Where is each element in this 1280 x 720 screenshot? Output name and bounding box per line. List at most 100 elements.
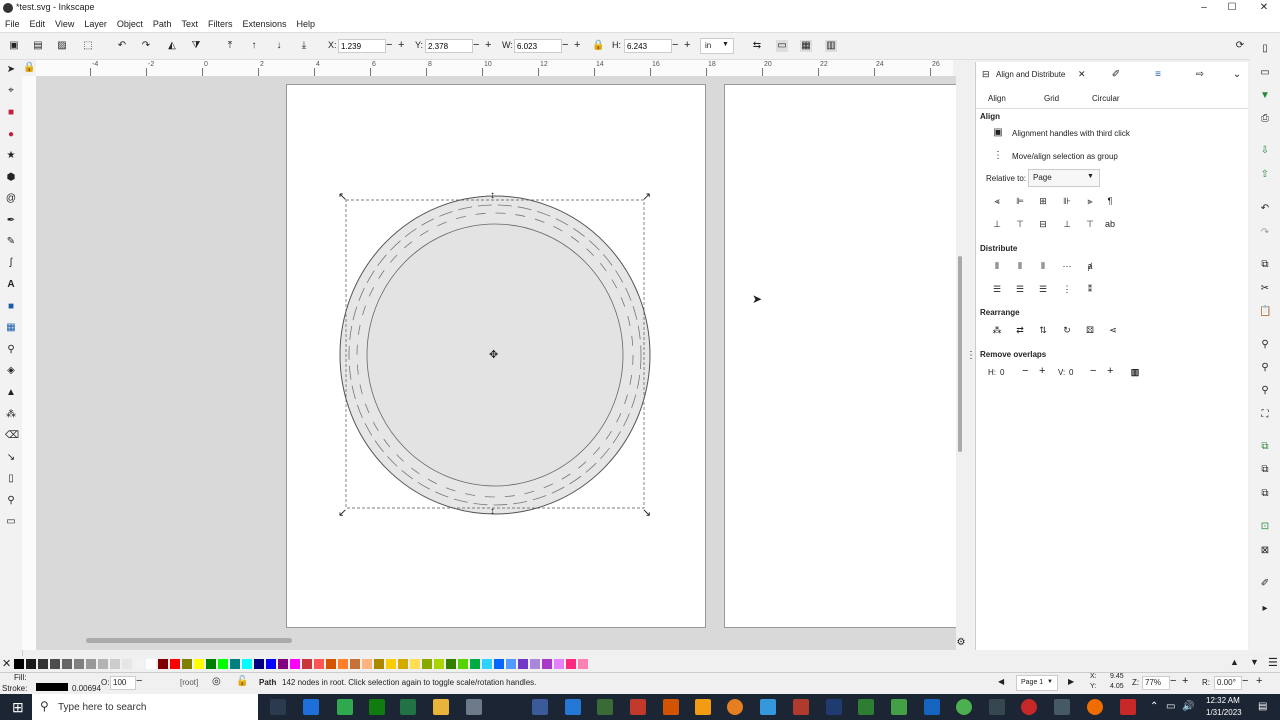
spiral-tool-icon[interactable]: @ — [5, 193, 17, 205]
menu-extensions[interactable]: Extensions — [237, 16, 291, 32]
color-swatch[interactable] — [230, 659, 240, 669]
palette-scroll-down-icon[interactable]: ▼ — [1250, 657, 1259, 667]
distribute-centers-v-icon[interactable]: ☰ — [1015, 284, 1025, 294]
mesh-tool-icon[interactable]: ▦ — [5, 322, 17, 334]
h-input[interactable] — [624, 39, 672, 53]
select-same-icon[interactable]: ▨ — [56, 40, 68, 52]
camtasia-app-icon[interactable] — [337, 699, 353, 715]
measure-tool-icon[interactable]: ▭ — [5, 516, 17, 528]
page-2[interactable] — [724, 84, 956, 628]
zoom-width-icon[interactable]: ⛶ — [1259, 409, 1271, 421]
prev-page-icon[interactable]: ◀ — [998, 677, 1004, 686]
group-icon[interactable]: ⊡ — [1259, 521, 1271, 533]
lower-icon[interactable]: ↓ — [273, 40, 285, 52]
scale-handle-bottom[interactable]: ↕ — [490, 506, 495, 517]
dropper-tool-icon[interactable]: ⚲ — [5, 344, 17, 356]
taskbar-search-box[interactable]: ⚲ Type here to search — [32, 694, 258, 720]
rotate-input[interactable]: 0.00° — [1214, 676, 1242, 690]
color-swatch[interactable] — [374, 659, 384, 669]
raise-to-top-icon[interactable]: ⤒ — [224, 40, 236, 52]
rotate-handle-bottom-right[interactable]: ↘ — [642, 506, 651, 519]
color-swatch[interactable] — [242, 659, 252, 669]
dreamweaver-app-icon[interactable] — [597, 699, 613, 715]
color-swatch[interactable] — [326, 659, 336, 669]
palette-menu-icon[interactable]: ☰ — [1268, 656, 1278, 669]
center-horizontal-axis-icon[interactable]: ⊟ — [1038, 219, 1048, 229]
capture-app-icon[interactable] — [1120, 699, 1136, 715]
rotate-cw-icon[interactable]: ↷ — [140, 40, 152, 52]
overlap-h-increment-button[interactable]: + — [1039, 365, 1045, 377]
layer-visibility-icon[interactable]: ◎ — [212, 676, 221, 687]
fill-stroke-tab-icon[interactable]: ✐ — [1110, 69, 1122, 81]
windows-start-icon[interactable]: ⊞ — [12, 699, 24, 716]
align-bottom-edges-icon[interactable]: ⊥ — [1062, 219, 1072, 229]
tray-expand-icon[interactable]: ⌃ — [1150, 701, 1158, 712]
menu-file[interactable]: File — [0, 16, 25, 32]
distribute-centers-h-icon[interactable]: ⦀ — [1015, 261, 1025, 271]
distribute-gaps-v-icon[interactable]: ⋮ — [1062, 284, 1072, 294]
zoom-input[interactable]: 77% — [1142, 676, 1170, 690]
color-swatch[interactable] — [266, 659, 276, 669]
transform-gradients-icon[interactable]: ▦ — [800, 40, 812, 52]
x-decrement-button[interactable]: − — [386, 39, 392, 52]
subtab-circular[interactable]: Circular — [1092, 94, 1120, 103]
store-app-icon[interactable] — [565, 699, 581, 715]
overlap-v-input[interactable]: 0 — [1069, 368, 1073, 377]
layers-tab-icon[interactable]: ≡ — [1152, 69, 1164, 81]
color-swatch[interactable] — [506, 659, 516, 669]
align-top-edges-icon[interactable]: ⊤ — [1015, 219, 1025, 229]
rotation-center-icon[interactable]: ✥ — [489, 348, 498, 361]
zoom-out-button[interactable]: − — [1170, 675, 1176, 687]
spreadsheet-app-icon[interactable] — [400, 699, 416, 715]
canvas[interactable]: ↖ ↕ ↗ ↙ ↕ ↘ ✥ ➤ — [36, 76, 956, 650]
vertical-scroll-thumb[interactable] — [958, 256, 962, 452]
remove-overlaps-button[interactable]: ▥ — [1130, 367, 1140, 377]
distribute-top-icon[interactable]: ☰ — [992, 284, 1002, 294]
subtab-align[interactable]: Align — [988, 94, 1006, 103]
distribute-baseline-v-icon[interactable]: ⁑ — [1085, 284, 1095, 294]
color-swatch[interactable] — [110, 659, 120, 669]
node-tool-icon[interactable]: ⌖ — [5, 85, 17, 97]
distribute-bottom-icon[interactable]: ☰ — [1038, 284, 1048, 294]
horizontal-ruler[interactable]: -4 -2 0 2 4 6 8 10 12 14 16 18 20 22 24 26 — [36, 60, 953, 77]
group-toggle[interactable]: ⋮ — [992, 150, 1004, 162]
menu-view[interactable]: View — [50, 16, 79, 32]
rotate-decrement-button[interactable]: − — [1242, 675, 1248, 687]
unclump-icon[interactable]: ⋖ — [1108, 325, 1118, 335]
deselect-icon[interactable]: ⬚ — [82, 40, 94, 52]
color-swatch[interactable] — [254, 659, 264, 669]
color-swatch[interactable] — [26, 659, 36, 669]
color-swatch[interactable] — [218, 659, 228, 669]
spray-tool-icon[interactable]: ⁂ — [5, 409, 17, 421]
rotate-handle-bottom-left[interactable]: ↙ — [338, 506, 347, 519]
zoom-in-button[interactable]: + — [1182, 675, 1188, 687]
minimize-button[interactable]: – — [1190, 0, 1218, 16]
rotate-handle-top-right[interactable]: ↗ — [642, 190, 651, 203]
close-tab-icon[interactable]: ✕ — [1078, 69, 1086, 80]
align-top-to-bottom-icon[interactable]: ⊤ — [1085, 219, 1095, 229]
panel-menu-icon[interactable]: ⌄ — [1231, 69, 1243, 81]
rotate-ccw-icon[interactable]: ↶ — [116, 40, 128, 52]
commands-icon[interactable]: ⟳ — [1234, 40, 1246, 52]
sketch-app-icon[interactable] — [858, 699, 874, 715]
align-bottom-to-top-icon[interactable]: ⊥ — [992, 219, 1002, 229]
distribute-left-icon[interactable]: ⦀ — [992, 261, 1002, 271]
color-swatch[interactable] — [74, 659, 84, 669]
pages-tool-icon[interactable]: ▯ — [5, 473, 17, 485]
rotate-handle-top-left[interactable]: ↖ — [338, 190, 347, 203]
y-input[interactable] — [425, 39, 473, 53]
vertical-scrollbar[interactable] — [956, 76, 964, 650]
relative-to-select[interactable]: Page ▼ — [1028, 169, 1100, 187]
color-swatch[interactable] — [338, 659, 348, 669]
select-all-icon[interactable]: ▣ — [8, 40, 20, 52]
color-swatch[interactable] — [134, 659, 144, 669]
distribute-baseline-h-icon[interactable]: ⱥ — [1085, 261, 1095, 271]
menu-layer[interactable]: Layer — [79, 16, 112, 32]
vertical-ruler[interactable] — [22, 76, 37, 650]
export-icon[interactable]: ⇧ — [1259, 169, 1271, 181]
color-swatch[interactable] — [206, 659, 216, 669]
gradient-tool-icon[interactable]: ■ — [5, 301, 17, 313]
color-swatch[interactable] — [458, 659, 468, 669]
color-swatch[interactable] — [50, 659, 60, 669]
opacity-input[interactable]: 100 — [110, 676, 136, 690]
